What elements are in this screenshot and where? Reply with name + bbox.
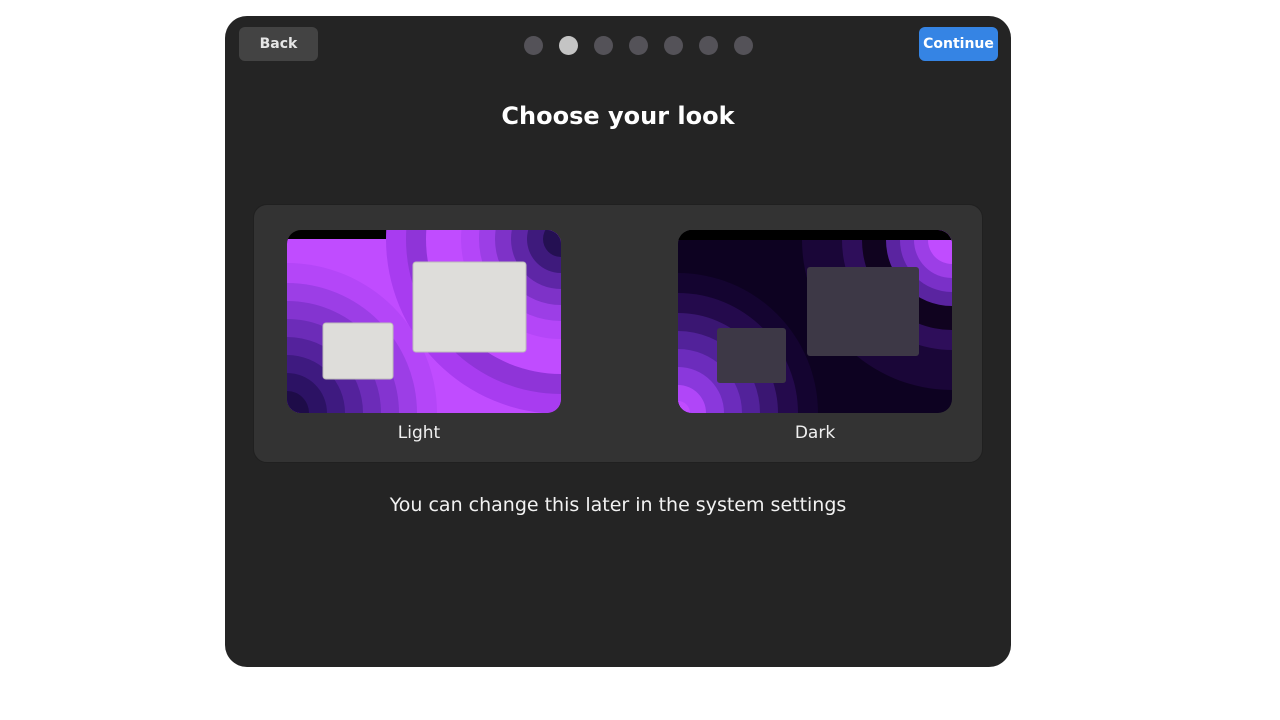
settings-note: You can change this later in the system … bbox=[389, 494, 847, 516]
dark-style-thumbnail[interactable] bbox=[678, 230, 952, 413]
dark-style-option[interactable]: Dark bbox=[678, 230, 952, 443]
back-button[interactable]: Back bbox=[239, 27, 318, 61]
style-choices-panel: Light Dark bbox=[253, 204, 983, 463]
step-dot-2-active[interactable] bbox=[559, 36, 578, 55]
page-title: Choose your look bbox=[501, 102, 735, 130]
step-dot-5[interactable] bbox=[664, 36, 683, 55]
step-dot-1[interactable] bbox=[524, 36, 543, 55]
light-style-thumbnail[interactable] bbox=[287, 230, 561, 413]
step-dot-7[interactable] bbox=[734, 36, 753, 55]
setup-window: Back Continue Choose your look Light Dar… bbox=[225, 16, 1011, 667]
step-indicator bbox=[524, 36, 753, 55]
light-style-option[interactable]: Light bbox=[287, 230, 561, 443]
step-dot-3[interactable] bbox=[594, 36, 613, 55]
light-style-label: Light bbox=[397, 423, 441, 443]
step-dot-6[interactable] bbox=[699, 36, 718, 55]
step-dot-4[interactable] bbox=[629, 36, 648, 55]
dark-style-label: Dark bbox=[794, 423, 836, 443]
continue-button[interactable]: Continue bbox=[919, 27, 998, 61]
